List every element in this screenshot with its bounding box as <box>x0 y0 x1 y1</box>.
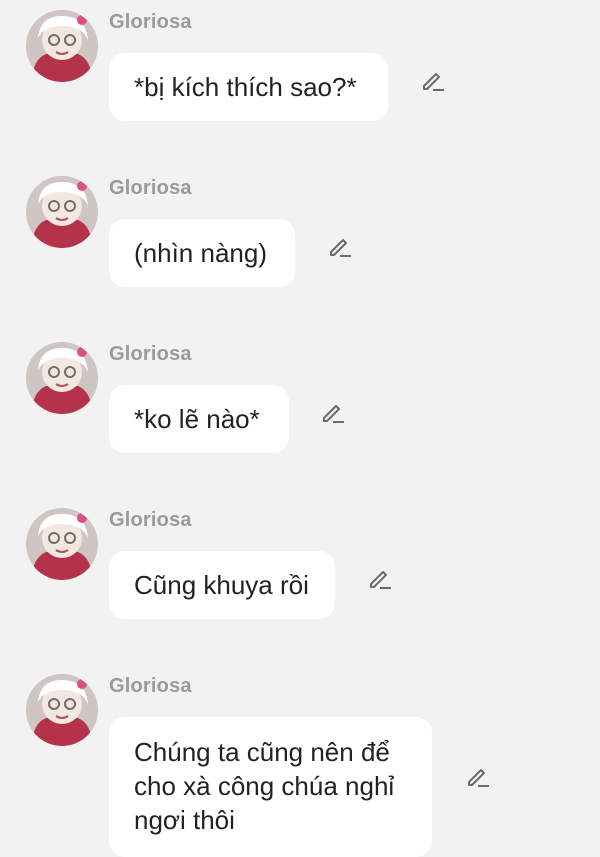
sender-name: Gloriosa <box>109 11 192 33</box>
avatar[interactable] <box>26 176 98 248</box>
sender-name: Gloriosa <box>109 343 192 365</box>
message-bubble[interactable]: *ko lẽ nào* <box>109 385 289 453</box>
message-item: Gloriosa Cũng khuya rồi <box>0 508 600 628</box>
pencil-edit-icon[interactable] <box>367 565 393 591</box>
sender-name: Gloriosa <box>109 509 192 531</box>
avatar[interactable] <box>26 10 98 82</box>
message-bubble[interactable]: Cũng khuya rồi <box>109 551 335 619</box>
pencil-edit-icon[interactable] <box>327 233 353 259</box>
avatar[interactable] <box>26 342 98 414</box>
pencil-edit-icon[interactable] <box>320 399 346 425</box>
message-item: Gloriosa Chúng ta cũng nên để cho xà côn… <box>0 674 600 857</box>
message-bubble[interactable]: (nhìn nàng) <box>109 219 295 287</box>
pencil-edit-icon[interactable] <box>465 763 491 789</box>
message-item: Gloriosa (nhìn nàng) <box>0 176 600 296</box>
sender-name: Gloriosa <box>109 177 192 199</box>
sender-name: Gloriosa <box>109 675 192 697</box>
avatar[interactable] <box>26 508 98 580</box>
message-bubble[interactable]: *bị kích thích sao?* <box>109 53 388 121</box>
message-item: Gloriosa *bị kích thích sao?* <box>0 10 600 130</box>
avatar[interactable] <box>26 674 98 746</box>
message-bubble[interactable]: Chúng ta cũng nên để cho xà công chúa ng… <box>109 717 432 857</box>
message-item: Gloriosa *ko lẽ nào* <box>0 342 600 462</box>
pencil-edit-icon[interactable] <box>420 67 446 93</box>
